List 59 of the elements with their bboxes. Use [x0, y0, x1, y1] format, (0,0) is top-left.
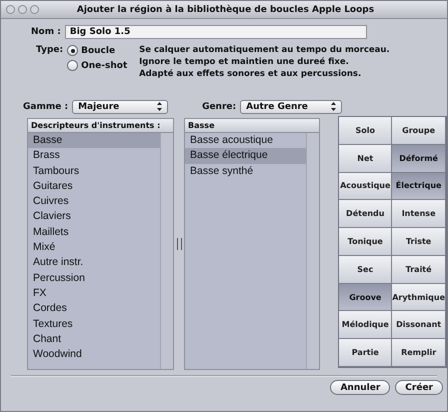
- name-field[interactable]: Big Solo 1.5: [64, 25, 367, 39]
- list-item[interactable]: Basse: [28, 133, 160, 148]
- descriptor-toggle[interactable]: Solo: [339, 117, 392, 145]
- descriptor-toggle[interactable]: Traité: [392, 256, 446, 284]
- list-item[interactable]: Percussion: [28, 270, 160, 286]
- column-header[interactable]: Basse: [188, 121, 214, 130]
- list-item[interactable]: Brass: [28, 148, 160, 164]
- descriptor-toggle[interactable]: Acoustique: [339, 172, 392, 200]
- descriptor-toggle[interactable]: Arythmique: [392, 284, 446, 312]
- popup-menu[interactable]: Autre Genre: [240, 100, 342, 114]
- list-item[interactable]: Autre instr.: [28, 255, 160, 271]
- field-label: Gamme :: [23, 102, 68, 112]
- list-item[interactable]: Cordes: [28, 301, 160, 317]
- field-label: Genre:: [202, 102, 236, 112]
- scroll-bar[interactable]: [160, 133, 174, 369]
- descriptor-toggle[interactable]: Intense: [392, 200, 446, 228]
- list-item[interactable]: Basse acoustique: [185, 133, 306, 148]
- descriptor-toggle[interactable]: Tonique: [339, 228, 392, 256]
- list-item[interactable]: Basse électrique: [185, 148, 306, 164]
- list-item[interactable]: Guitares: [28, 178, 160, 194]
- scroll-bar[interactable]: [306, 133, 320, 369]
- list-item[interactable]: Woodwind: [28, 347, 160, 362]
- list-item[interactable]: Chant: [28, 332, 160, 348]
- descriptor-toggle[interactable]: Net: [339, 144, 392, 173]
- dialog-button[interactable]: Créer: [395, 380, 443, 395]
- field-label: Nom :: [31, 27, 61, 37]
- splitter-handle-icon[interactable]: [176, 238, 182, 250]
- list-item[interactable]: FX: [28, 286, 160, 302]
- radio-button[interactable]: [67, 60, 78, 71]
- descriptor-toggle[interactable]: Mélodique: [339, 311, 392, 340]
- descriptor-toggle[interactable]: Dissonant: [392, 311, 446, 340]
- descriptor-toggle[interactable]: Détendu: [339, 200, 392, 228]
- description-text: Ignore le tempo et maintien une dureé fixe.: [139, 57, 350, 68]
- list-item[interactable]: Claviers: [28, 209, 160, 225]
- list-item[interactable]: Cuivres: [28, 194, 160, 210]
- popup-menu[interactable]: Majeure: [72, 100, 168, 114]
- field-label: Type:: [36, 45, 64, 55]
- descriptor-toggle[interactable]: Groove: [339, 284, 392, 312]
- list-item[interactable]: Textures: [28, 316, 160, 332]
- descriptor-toggle[interactable]: Remplir: [392, 339, 446, 367]
- dialog-button[interactable]: Annuler: [330, 380, 390, 395]
- list-item[interactable]: Mixé: [28, 240, 160, 256]
- radio-label[interactable]: Boucle: [81, 46, 116, 56]
- descriptor-toggle[interactable]: Déformé: [392, 144, 446, 173]
- updown-arrows-icon: [157, 102, 162, 112]
- descriptor-toggle[interactable]: Triste: [392, 228, 446, 256]
- descriptor-toggle[interactable]: Électrique: [392, 172, 446, 200]
- descriptor-toggle[interactable]: Sec: [339, 256, 392, 284]
- description-text: Adapté aux effets sonores et aux percussions.: [139, 69, 362, 80]
- window-title: Ajouter la région à la bibliothèque de boucles Apple Loops: [76, 4, 376, 14]
- radio-label[interactable]: One-shot: [81, 60, 128, 70]
- updown-arrows-icon: [331, 102, 336, 112]
- description-text: Se calquer automatiquement au tempo du morceau.: [139, 45, 390, 56]
- list-item[interactable]: Maillets: [28, 224, 160, 240]
- descriptor-toggle[interactable]: Groupe: [392, 117, 446, 145]
- descriptor-toggle[interactable]: Partie: [339, 339, 392, 367]
- list-item[interactable]: Basse synthé: [185, 164, 306, 179]
- list-item[interactable]: Tambours: [28, 164, 160, 179]
- radio-button[interactable]: [67, 45, 78, 56]
